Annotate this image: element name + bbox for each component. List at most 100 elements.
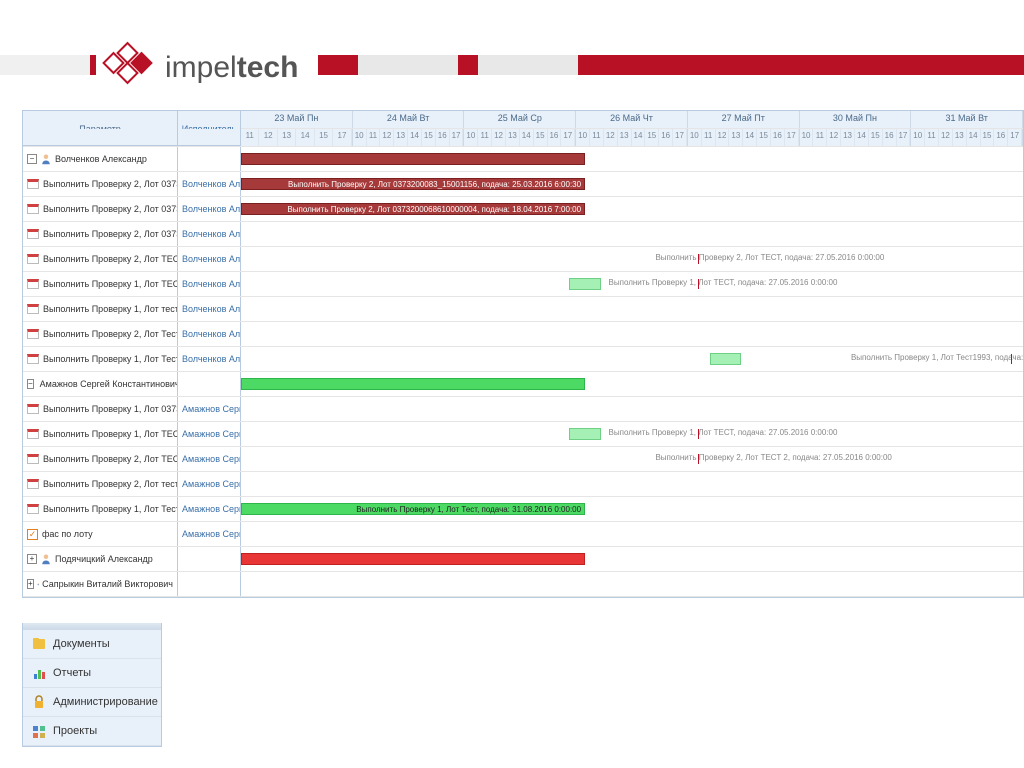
chart-cell[interactable] [241,547,1023,571]
hour-header: 13 [278,129,296,146]
param-cell[interactable]: Выполнить Проверку 1, Лот Тест, пода [23,497,178,521]
chart-cell[interactable] [241,522,1023,546]
param-cell[interactable]: Выполнить Проверку 2, Лот 037320006 [23,172,178,196]
day-header[interactable]: 24 Май Вт [353,111,465,128]
param-cell[interactable]: +Подячицкий Александр [23,547,178,571]
executor-cell[interactable]: Амажнов Сергей [178,472,241,496]
chart-cell[interactable]: Выполнить Проверку 2, Лот ТЕСТ 2, подача… [241,447,1023,471]
chart-cell[interactable]: Выполнить Проверку 2, Лот 03732000686100… [241,197,1023,221]
collapse-icon[interactable]: − [27,154,37,164]
param-cell[interactable]: Выполнить Проверку 2, Лот ТЕСТ, пода [23,247,178,271]
executor-cell[interactable]: Волченков Алекс [178,197,241,221]
executor-cell[interactable]: Волченков Алекс [178,347,241,371]
executor-cell[interactable] [178,572,241,596]
executor-cell[interactable]: Амажнов Сергей [178,522,241,546]
hour-header: 16 [771,129,785,146]
gantt-bar[interactable] [569,428,600,440]
day-header[interactable]: 23 Май Пн [241,111,353,128]
param-cell[interactable]: −Амажнов Сергей Константинович [23,372,178,396]
gantt-bar[interactable] [569,278,600,290]
chart-cell[interactable] [241,297,1023,321]
param-cell[interactable]: Выполнить Проверку 1, Лот ТЕСТ, пода [23,422,178,446]
day-header[interactable]: 30 Май Пн [800,111,912,128]
sidebar-item-rep[interactable]: Отчеты [23,659,161,688]
param-cell[interactable]: Выполнить Проверку 1, Лот ТЕСТ 2, по [23,272,178,296]
param-cell[interactable]: Выполнить Проверку 1, Лот тест3, под [23,297,178,321]
chart-cell[interactable]: Выполнить Проверку 2, Лот ТЕСТ, подача: … [241,247,1023,271]
param-cell[interactable]: ✓ фас по лоту [23,522,178,546]
executor-cell[interactable]: Волченков Алекс [178,222,241,246]
executor-cell[interactable]: Волченков Алекс [178,172,241,196]
executor-cell[interactable]: Волченков Алекс [178,247,241,271]
chart-cell[interactable] [241,147,1023,171]
logo-icon [96,38,161,98]
bar-label: Выполнить Проверку 1, Лот Тест1993, пода… [851,353,1023,362]
day-header[interactable]: 25 Май Ср [464,111,576,128]
param-cell[interactable]: −Волченков Александр [23,147,178,171]
param-cell[interactable]: Выполнить Проверку 2, Лот 037320006 [23,197,178,221]
gantt-bar[interactable] [241,153,585,165]
task-name: Выполнить Проверку 2, Лот ТЕСТ, пода [43,254,178,264]
collapse-icon[interactable]: − [27,379,34,389]
chart-cell[interactable] [241,372,1023,396]
executor-cell[interactable]: Волченков Алекс [178,272,241,296]
sidebar-item-doc[interactable]: Документы [23,630,161,659]
chart-cell[interactable] [241,472,1023,496]
hour-header: 12 [827,129,841,146]
gantt-bar[interactable]: Выполнить Проверку 2, Лот 03732000686100… [241,203,585,215]
day-header[interactable]: 31 Май Вт [911,111,1023,128]
gantt-bar[interactable] [241,378,585,390]
expand-icon[interactable]: + [27,554,37,564]
header-seg [358,55,458,75]
chart-cell[interactable]: Выполнить Проверку 1, Лот ТЕСТ, подача: … [241,272,1023,296]
param-cell[interactable]: Выполнить Проверку 1, Лот 037320006 [23,397,178,421]
chart-cell[interactable] [241,322,1023,346]
chart-cell[interactable]: Выполнить Проверку 2, Лот 0373200083_150… [241,172,1023,196]
chart-cell[interactable]: Выполнить Проверку 1, Лот ТЕСТ, подача: … [241,422,1023,446]
executor-cell[interactable] [178,147,241,171]
gantt-bar[interactable]: Выполнить Проверку 1, Лот Тест, подача: … [241,503,585,515]
calendar-icon [27,429,39,439]
sidebar-item-adm[interactable]: Администрирование [23,688,161,717]
hour-header: 11 [702,129,716,146]
chart-cell[interactable]: Выполнить Проверку 1, Лот Тест, подача: … [241,497,1023,521]
hour-header: 13 [729,129,743,146]
hour-header: 17 [785,129,799,146]
chart-cell[interactable] [241,572,1023,596]
task-name: Выполнить Проверку 1, Лот ТЕСТ 2, по [43,279,178,289]
param-cell[interactable]: Выполнить Проверку 2, Лот Тест, пода [23,322,178,346]
executor-cell[interactable]: Амажнов Сергей [178,397,241,421]
hour-header: 15 [534,129,548,146]
hour-header: 11 [241,129,259,146]
hour-header: 13 [953,129,967,146]
deadline-marker [698,454,699,464]
gantt-bar[interactable] [241,553,585,565]
gantt-row: ✓ фас по лоту Амажнов Сергей [23,522,1023,547]
param-cell[interactable]: Выполнить Проверку 2, Лот тест4, под [23,472,178,496]
calendar-icon [27,329,39,339]
executor-cell[interactable] [178,372,241,396]
calendar-icon [27,179,39,189]
task-name: фас по лоту [42,529,93,539]
executor-cell[interactable]: Амажнов Сергей [178,497,241,521]
executor-cell[interactable]: Амажнов Сергей [178,447,241,471]
day-header[interactable]: 27 Май Пт [688,111,800,128]
gantt-bar[interactable]: Выполнить Проверку 2, Лот 0373200083_150… [241,178,585,190]
gantt-bar[interactable] [710,353,741,365]
param-cell[interactable]: Выполнить Проверку 1, Лот Тест1993, п [23,347,178,371]
executor-cell[interactable] [178,547,241,571]
expand-icon[interactable]: + [27,579,34,589]
param-cell[interactable]: Выполнить Проверку 2, Лот 037320006 [23,222,178,246]
executor-cell[interactable]: Волченков Алекс [178,322,241,346]
executor-cell[interactable]: Волченков Алекс [178,297,241,321]
param-cell[interactable]: +Сапрыкин Виталий Викторович [23,572,178,596]
sidebar-handle[interactable] [23,623,161,630]
executor-cell[interactable]: Амажнов Сергей [178,422,241,446]
param-cell[interactable]: Выполнить Проверку 2, Лот ТЕСТ 2, по [23,447,178,471]
sidebar-item-prj[interactable]: Проекты [23,717,161,746]
chart-cell[interactable]: Выполнить Проверку 1, Лот Тест1993, пода… [241,347,1023,371]
checkbox-icon[interactable]: ✓ [27,529,38,540]
day-header[interactable]: 26 Май Чт [576,111,688,128]
chart-cell[interactable] [241,222,1023,246]
chart-cell[interactable] [241,397,1023,421]
